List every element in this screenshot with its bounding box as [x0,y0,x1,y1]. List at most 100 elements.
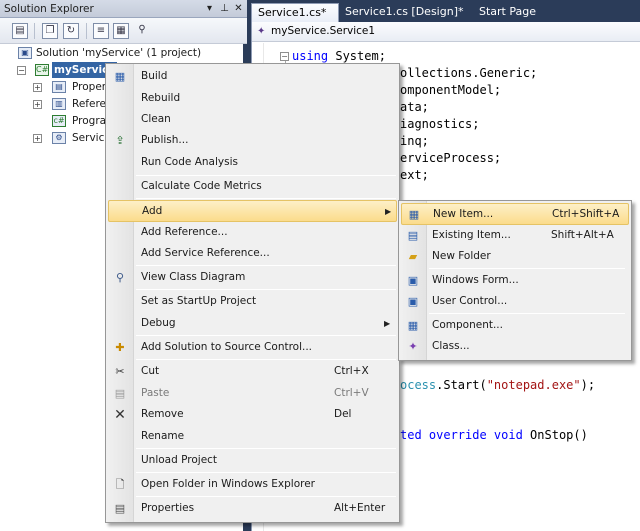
menu-item-label: New Folder [432,250,491,262]
code-line: inq; [400,134,429,148]
new-item-icon: ▦ [408,208,420,221]
menu-item-label: Existing Item... [432,229,511,241]
solution-explorer-titlebar: Solution Explorer ▾ ⊥ ✕ [0,0,247,18]
menu-item-add[interactable]: Add ▶ [108,200,397,222]
view-code-icon[interactable]: ≡ [93,23,109,39]
menu-item-calculate-code-metrics[interactable]: Calculate Code Metrics [108,176,397,198]
solution-explorer-toolbar: ▤ ❐ ↻ ≡ ▦ ⚲ [0,18,247,44]
class-diagram-icon[interactable]: ⚲ [134,23,150,39]
solution-explorer-title: Solution Explorer [4,3,94,15]
menu-item-windows-form[interactable]: ▣ Windows Form... [401,270,629,292]
menu-item-shortcut: Ctrl+V [334,387,369,399]
menu-item-view-class-diagram[interactable]: ⚲ View Class Diagram [108,267,397,289]
properties-icon: ▤ [114,502,126,515]
menu-separator [136,198,396,199]
project-icon: C# [35,64,49,76]
menu-item-cut[interactable]: ✂ Cut Ctrl+X [108,361,397,383]
tab-start-page[interactable]: Start Page [473,3,543,22]
code-line: erviceProcess; [400,151,502,165]
menu-item-run-code-analysis[interactable]: Run Code Analysis [108,152,397,174]
menu-separator [136,289,396,290]
view-designer-icon[interactable]: ▦ [113,23,129,39]
menu-item-shortcut: Ctrl+X [334,365,369,377]
menu-item-label: Build [141,70,168,82]
menu-item-unload-project[interactable]: Unload Project [108,450,397,472]
menu-item-add-to-source-control[interactable]: ✚ Add Solution to Source Control... [108,337,397,359]
menu-item-user-control[interactable]: ▣ User Control... [401,291,629,313]
menu-item-class[interactable]: ✦ Class... [401,336,629,358]
paste-icon: ▤ [114,387,126,400]
class-icon: ✦ [408,340,418,353]
menu-item-shortcut: Ctrl+Shift+A [552,208,620,220]
submenu-arrow-icon: ▶ [385,207,392,216]
menu-item-add-service-reference[interactable]: Add Service Reference... [108,243,397,265]
menu-item-label: Add Solution to Source Control... [141,341,313,353]
menu-item-add-reference[interactable]: Add Reference... [108,222,397,244]
menu-item-clean[interactable]: Clean [108,109,397,131]
submenu-arrow-icon: ▶ [384,319,391,328]
existing-item-icon: ▤ [407,229,419,242]
close-icon[interactable]: ✕ [232,2,245,15]
auto-hide-pin-icon[interactable]: ⊥ [218,2,231,15]
properties-icon[interactable]: ▤ [12,23,28,39]
menu-item-label: Rename [141,430,185,442]
menu-item-publish[interactable]: ⇪ Publish... [108,130,397,152]
menu-item-shortcut: Alt+Enter [334,502,386,514]
code-line: omponentModel; [400,83,502,97]
expand-icon[interactable]: + [33,134,42,143]
cut-icon: ✂ [115,365,125,378]
code-line: ext; [400,168,429,182]
menu-separator [136,472,396,473]
menu-item-set-startup-project[interactable]: Set as StartUp Project [108,291,397,313]
menu-item-rebuild[interactable]: Rebuild [108,88,397,110]
menu-item-properties[interactable]: ▤ Properties Alt+Enter [108,498,397,520]
menu-separator [429,313,625,314]
source-control-icon: ✚ [115,341,125,354]
menu-item-label: Properties [141,502,195,514]
menu-item-shortcut: Del [334,408,352,420]
expand-icon[interactable]: + [33,83,42,92]
menu-item-remove[interactable]: ✕ Remove Del [108,404,397,426]
menu-item-label: Add [142,205,163,217]
collapse-icon[interactable]: − [280,52,289,61]
tree-item-solution[interactable]: ▣ Solution 'myService' (1 project) [0,45,247,61]
menu-item-label: View Class Diagram [141,271,246,283]
menu-separator [136,335,396,336]
class-dropdown[interactable]: ✦ myService.Service1 [252,22,640,42]
menu-item-label: Debug [141,317,176,329]
tab-service1-cs[interactable]: Service1.cs* [251,3,339,22]
show-all-files-icon[interactable]: ❐ [42,23,58,39]
menu-item-shortcut: Shift+Alt+A [551,229,614,241]
menu-separator [136,496,396,497]
menu-item-rename[interactable]: Rename [108,426,397,448]
menu-item-new-item[interactable]: ▦ New Item... Ctrl+Shift+A [401,203,629,225]
code-line: using System; [292,49,386,63]
open-folder-icon: 🗋 [115,478,125,491]
menu-item-label: Clean [141,113,171,125]
window-position-icon[interactable]: ▾ [203,2,216,15]
refresh-icon[interactable]: ↻ [63,23,79,39]
menu-item-component[interactable]: ▦ Component... [401,315,629,337]
code-line: ted override void OnStop() [400,428,588,442]
tab-service1-design[interactable]: Service1.cs [Design]* [339,3,471,22]
properties-icon: ▤ [52,81,66,93]
menu-separator [136,359,396,360]
class-icon: ✦ [257,26,266,37]
menu-item-label: Add Service Reference... [141,247,270,259]
windows-form-icon: ▣ [407,274,419,287]
build-icon: ▦ [114,70,126,83]
menu-item-new-folder[interactable]: ▰ New Folder [401,246,629,268]
menu-item-build[interactable]: ▦ Build [108,66,397,88]
code-line: ollections.Generic; [400,66,538,80]
menu-item-label: Open Folder in Windows Explorer [141,478,316,490]
menu-item-open-folder[interactable]: 🗋 Open Folder in Windows Explorer [108,474,397,496]
expand-icon[interactable]: + [33,100,42,109]
menu-item-label: Cut [141,365,160,377]
collapse-icon[interactable]: − [17,66,26,75]
references-icon: ▥ [52,98,66,110]
menu-item-existing-item[interactable]: ▤ Existing Item... Shift+Alt+A [401,225,629,247]
menu-item-debug[interactable]: Debug ▶ [108,313,397,335]
menu-item-label: New Item... [433,208,494,220]
csharp-file-icon: c# [52,115,66,127]
menu-item-label: Set as StartUp Project [141,295,257,307]
